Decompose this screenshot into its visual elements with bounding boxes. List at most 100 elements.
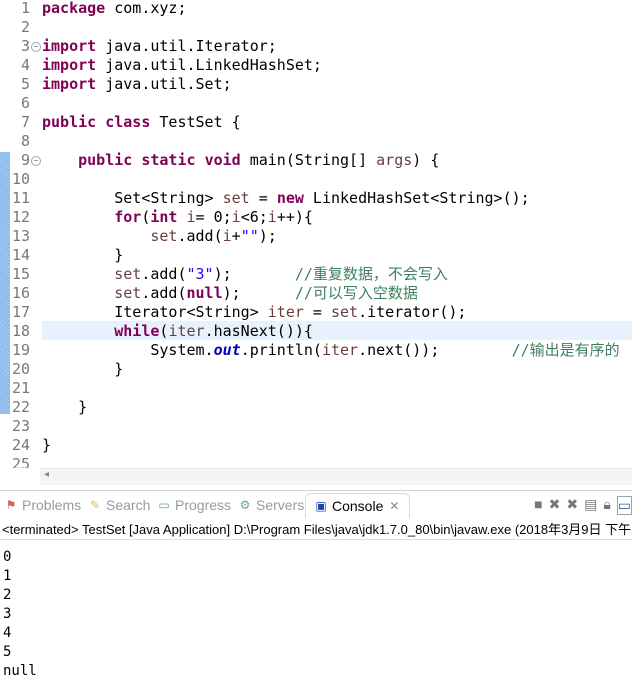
fold-toggle-icon[interactable]: − <box>31 42 41 52</box>
tab-console[interactable]: ▣ Console ✕ <box>305 493 411 518</box>
code-line[interactable]: 21 <box>0 379 632 398</box>
keyword: package <box>42 0 106 17</box>
code-content: import java.util.LinkedHashSet; <box>42 56 322 75</box>
tab-problems[interactable]: ⚑ Problems <box>4 497 82 513</box>
code-line[interactable]: 6 <box>0 94 632 113</box>
remove-launch-icon[interactable]: ✖ <box>549 496 561 515</box>
variable: set <box>114 265 142 283</box>
line-number: 4 <box>20 56 30 74</box>
keyword: int <box>150 208 178 226</box>
code-line[interactable]: 13 set.add(i+""); <box>0 227 632 246</box>
code-line[interactable]: 2 <box>0 18 632 37</box>
keyword: null <box>186 284 223 302</box>
code-content: for(int i= 0;i<6;i++){ <box>42 208 313 227</box>
tab-servers[interactable]: ⚙ Servers <box>238 497 305 513</box>
console-output-line: 1 <box>3 568 12 584</box>
code-text: ); <box>213 265 295 283</box>
display-console-icon[interactable]: ▭ <box>616 496 632 515</box>
console-icon: ▣ <box>315 499 327 513</box>
terminate-icon[interactable]: ■ <box>534 496 542 515</box>
scroll-left-icon[interactable]: ◂ <box>44 469 49 480</box>
line-number: 11 <box>11 189 30 207</box>
code-text: } <box>42 436 52 454</box>
console-output[interactable]: 0 1 2 3 4 5 null <box>0 540 632 681</box>
line-number: 3 <box>20 37 30 55</box>
code-line[interactable]: 3− import java.util.Iterator; <box>0 37 632 56</box>
string-literal: "" <box>240 227 259 245</box>
code-line[interactable]: 18 while(iter.hasNext()){ <box>0 322 632 341</box>
code-content: import java.util.Set; <box>42 75 232 94</box>
keyword: public <box>42 113 97 131</box>
code-line[interactable]: 19 System.out.println(iter.next()); //输出… <box>0 341 632 360</box>
close-icon[interactable]: ✕ <box>387 499 401 513</box>
keyword: static <box>141 151 196 169</box>
code-text: Set<String> <box>42 189 223 207</box>
comment: //重复数据，不会写入 <box>294 265 448 283</box>
code-line[interactable]: 22 } <box>0 398 632 417</box>
keyword: class <box>105 113 151 131</box>
code-line[interactable]: 16 set.add(null); //可以写入空数据 <box>0 284 632 303</box>
scroll-lock-icon[interactable]: 🔒︎ <box>603 496 610 515</box>
code-text: .add( <box>141 265 187 283</box>
tab-search[interactable]: ✎ Search <box>88 497 150 513</box>
code-line[interactable]: 20 } <box>0 360 632 379</box>
code-line[interactable]: 25 <box>0 455 632 468</box>
console-output-line: 4 <box>3 625 12 641</box>
line-number: 12 <box>11 208 30 226</box>
code-text: ); <box>222 284 295 302</box>
code-text: .add( <box>141 284 187 302</box>
code-line[interactable]: 12 for(int i= 0;i<6;i++){ <box>0 208 632 227</box>
code-text: = <box>303 303 331 321</box>
code-line[interactable]: 14 } <box>0 246 632 265</box>
clear-console-icon[interactable]: ▤ <box>584 496 597 515</box>
console-output-line: 0 <box>3 549 12 565</box>
code-content: package com.xyz; <box>42 0 187 18</box>
code-content: System.out.println(iter.next()); //输出是有序… <box>42 341 619 360</box>
panel-tabs: ⚑ Problems ✎ Search ▭ Progress ⚙ Servers ▣ Co… <box>0 491 632 520</box>
keyword: import <box>42 56 97 74</box>
code-line[interactable]: 4 import java.util.LinkedHashSet; <box>0 56 632 75</box>
code-text: + <box>231 227 241 245</box>
code-line[interactable]: 9− public static void main(String[] args… <box>0 151 632 170</box>
line-number: 21 <box>11 379 30 397</box>
code-content: } <box>42 246 123 265</box>
line-number: 6 <box>20 94 30 112</box>
code-text: ) { <box>412 151 440 169</box>
line-number: 15 <box>11 265 30 283</box>
keyword: void <box>204 151 241 169</box>
code-line[interactable]: 23 <box>0 417 632 436</box>
remove-all-icon[interactable]: ✖ <box>566 496 578 515</box>
code-text: System. <box>42 341 214 359</box>
code-line[interactable]: 11 Set<String> set = new LinkedHashSet<S… <box>0 189 632 208</box>
code-editor[interactable]: 1 package com.xyz; 2 3− import java.util.Ite… <box>0 0 632 468</box>
tab-progress[interactable]: ▭ Progress <box>157 497 231 513</box>
code-line[interactable]: 17 Iterator<String> iter = set.iterator(… <box>0 303 632 322</box>
code-line[interactable]: 1 package com.xyz; <box>0 0 632 18</box>
line-number: 23 <box>11 417 30 435</box>
code-content: } <box>42 398 87 417</box>
keyword: while <box>114 322 160 340</box>
code-line[interactable]: 7 public class TestSet { <box>0 113 632 132</box>
code-text: .println( <box>240 341 322 359</box>
code-line[interactable]: 10 <box>0 170 632 189</box>
variable: set <box>150 227 178 245</box>
horizontal-scrollbar[interactable]: ◂ <box>40 468 632 485</box>
keyword: import <box>42 75 97 93</box>
fold-toggle-icon[interactable]: − <box>31 156 41 166</box>
code-text: java.util.Iterator; <box>96 37 277 55</box>
code-line[interactable]: 15 set.add("3"); //重复数据，不会写入 <box>0 265 632 284</box>
code-line[interactable]: 8 <box>0 132 632 151</box>
code-text: ); <box>258 227 277 245</box>
code-text: main(String[] <box>240 151 377 169</box>
code-line[interactable]: 5 import java.util.Set; <box>0 75 632 94</box>
code-text: com.xyz; <box>105 0 187 17</box>
line-number: 5 <box>20 75 30 93</box>
line-number: 10 <box>11 170 30 188</box>
search-icon: ✎ <box>89 498 101 512</box>
code-line[interactable]: 24} <box>0 436 632 455</box>
